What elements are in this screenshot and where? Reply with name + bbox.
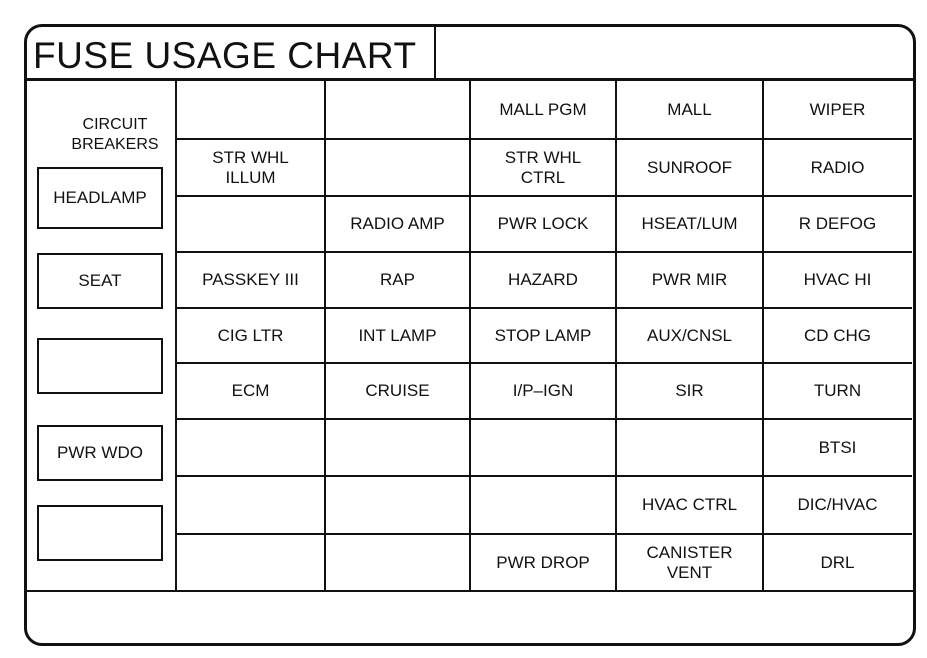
fuse-cell: AUX/CNSL [646, 325, 733, 345]
fuse-cell: WIPER [809, 100, 866, 119]
fuse-cell: HAZARD [508, 270, 578, 289]
circuit-breaker-box: PWR WDO [37, 425, 163, 481]
fuse-cell: HSEAT/LUM [641, 214, 738, 233]
fuse-cell-empty [177, 420, 324, 475]
fuse-cell: SUNROOF [647, 157, 732, 177]
fuse-cell: CIG LTR [217, 325, 284, 345]
fuse-cell: PASSKEY III [202, 270, 299, 289]
fuse-cell-empty [177, 197, 324, 251]
fuse-cell-empty [326, 82, 469, 138]
fuse-cell: SIR [675, 381, 704, 400]
fuse-cell: INT LAMP [358, 325, 437, 345]
fuse-cell: DRL [820, 552, 855, 572]
fuse-cell: STOP LAMP [494, 325, 592, 345]
fuse-cell: TURN [813, 381, 862, 400]
fuse-cell: BTSI [818, 437, 857, 457]
fuse-cell: HVAC CTRL [641, 495, 738, 514]
fuse-cell-empty [177, 535, 324, 590]
fuse-cell: PWR DROP [496, 552, 590, 572]
fuse-cell: MALL [667, 100, 712, 119]
fuse-cell: CRUISE [365, 381, 430, 400]
fuse-cell-empty [326, 140, 469, 195]
fuse-cell-empty [471, 420, 615, 475]
fuse-cell: R DEFOG [798, 214, 877, 233]
fuse-cell: RADIO AMP [350, 214, 445, 233]
fuse-cell-empty [326, 535, 469, 590]
fuse-cell: STR WHL CTRL [504, 147, 582, 187]
fuse-cell-empty [617, 420, 762, 475]
title-divider [434, 26, 436, 81]
chart-footer [27, 593, 913, 641]
fuse-cell: PWR MIR [651, 270, 728, 289]
fuse-cell: RAP [380, 270, 415, 289]
fuse-cell: I/P–IGN [512, 381, 574, 400]
fuse-cell: CD CHG [803, 325, 872, 345]
fuse-cell-empty [471, 477, 615, 533]
circuit-breaker-box: HEADLAMP [37, 167, 163, 229]
fuse-cell: CANISTER VENT [646, 542, 733, 582]
fuse-cell: DIC/HVAC [797, 495, 878, 514]
fuse-cell: ECM [231, 381, 270, 400]
grid-horizontal-line [27, 590, 913, 592]
fuse-cell: PWR LOCK [497, 214, 589, 233]
fuse-cell: HVAC HI [803, 270, 872, 289]
fuse-cell: RADIO [810, 157, 865, 177]
fuse-cell-empty [177, 82, 324, 138]
circuit-breaker-box: SEAT [37, 253, 163, 309]
fuse-cell: MALL PGM [499, 100, 587, 119]
fuse-cell-empty [177, 477, 324, 533]
chart-title: FUSE USAGE CHART [33, 35, 417, 76]
fuse-cell-empty [326, 420, 469, 475]
circuit-breaker-box [37, 505, 163, 561]
fuse-cell: STR WHL ILLUM [212, 147, 289, 187]
fuse-cell-empty [326, 477, 469, 533]
circuit-breaker-box [37, 338, 163, 394]
